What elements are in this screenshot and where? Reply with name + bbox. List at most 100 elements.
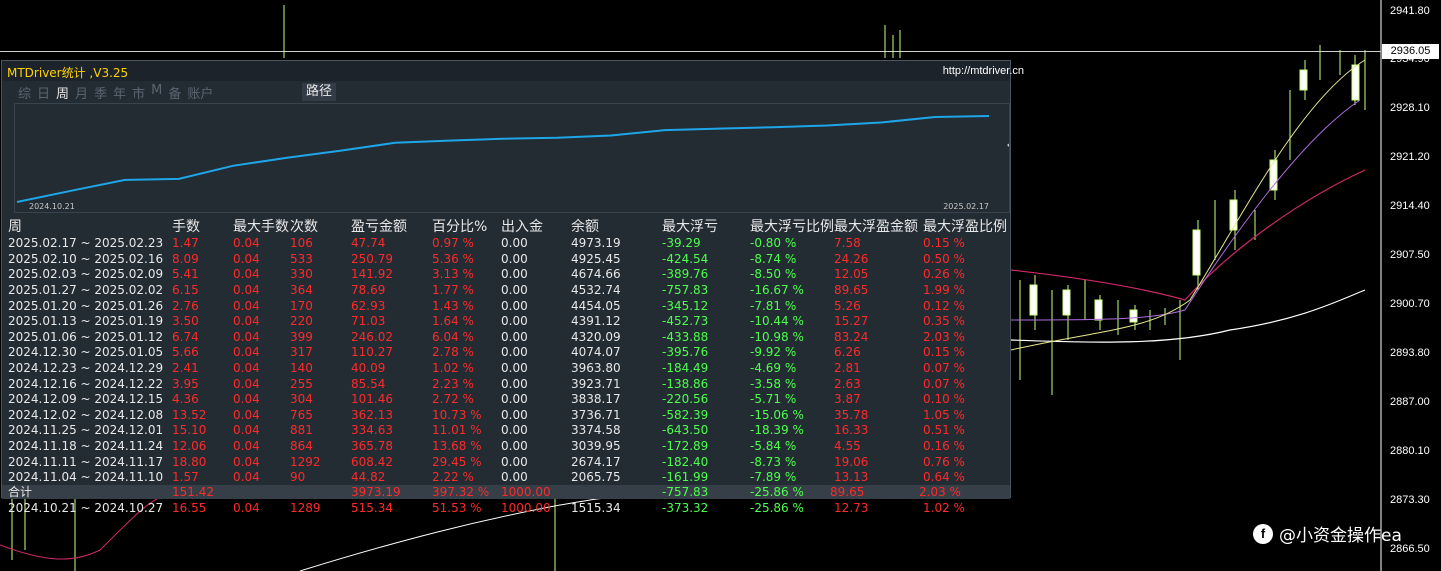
price-axis-label: 2921.20 [1390,151,1430,163]
table-row[interactable]: 2024.12.02 ~ 2024.12.08 13.52 0.04 765 362.1… [8,408,1007,424]
cell-max-float-profit-pct: 0.07 % [923,376,965,391]
column-header-max-float-profit[interactable]: 最大浮盈金额 [834,216,923,236]
total-table: 合计 151.42 3973.19 397.32 % 1000.00 -757.… [8,485,999,499]
cell-max-float-loss-pct: -10.44 % [750,314,804,329]
tab-quarterly[interactable]: 季 [93,83,108,103]
tab-account[interactable]: 账户 [186,83,214,103]
cell-count: 220 [290,314,313,329]
cell-max-float-loss: -643.50 [662,423,709,438]
column-header-percent[interactable]: 百分比% [432,216,501,236]
tab-magic[interactable]: M [150,83,163,103]
cell-pnl: 608.42 [351,454,393,469]
cell-percent: 0.97 % [432,236,474,251]
cell-max-float-loss-pct: -7.81 % [750,298,797,313]
cell-max-lots: 0.04 [233,423,260,438]
total-max-float-profit-pct: 2.03 % [919,485,961,499]
cell-max-lots: 0.04 [233,298,260,313]
cell-week: 2024.12.02 ~ 2024.12.08 [8,407,164,422]
table-header-row: 周 手数 最大手数 次数 盈亏金额 百分比% 出入金 余额 最大浮亏 最大浮亏比… [8,216,1007,236]
cell-balance: 4391.12 [571,314,621,329]
column-header-count[interactable]: 次数 [290,216,351,236]
cell-max-float-profit: 89.65 [834,283,869,298]
column-header-lots[interactable]: 手数 [172,216,233,236]
cell-balance: 4320.09 [571,329,621,344]
table-row[interactable]: 2024.11.18 ~ 2024.11.24 12.06 0.04 864 365.7… [8,439,1007,455]
column-header-pnl[interactable]: 盈亏金额 [351,216,432,236]
total-max-float-loss-pct: -25.86 % [750,485,804,499]
tab-market[interactable]: 市 [131,83,146,103]
cell-max-float-profit: 2.81 [834,361,861,376]
cell-deposit: 0.00 [501,407,528,422]
cell-week: 2025.02.03 ~ 2025.02.09 [8,267,164,282]
cell-max-float-loss: -389.76 [662,267,709,282]
column-header-max-float-profit-pct[interactable]: 最大浮盈比例 [923,216,1007,236]
cell-count: 170 [290,298,313,313]
cell-max-float-loss: -172.89 [662,439,709,454]
cell-max-float-loss: -220.56 [662,392,709,407]
cell-balance: 1515.34 [571,501,621,516]
cell-percent: 2.23 % [432,376,474,391]
cell-max-lots: 0.04 [233,454,260,469]
tab-yearly[interactable]: 年 [112,83,127,103]
cell-max-float-profit: 6.26 [834,345,861,360]
cell-max-float-profit-pct: 0.15 % [923,345,965,360]
column-header-balance[interactable]: 余额 [571,216,662,236]
cell-count: 106 [290,236,313,251]
table-row[interactable]: 2024.12.16 ~ 2024.12.22 3.95 0.04 255 85.54 2… [8,376,1007,392]
cell-percent: 2.78 % [432,345,474,360]
cell-max-lots: 0.04 [233,236,260,251]
column-header-deposit[interactable]: 出入金 [501,216,571,236]
watermark: f @小资金操作ea [1253,521,1402,546]
table-row[interactable]: 2024.11.04 ~ 2024.11.10 1.57 0.04 90 44.82 2.… [8,470,1007,486]
cell-deposit: 0.00 [501,283,528,298]
cell-percent: 1.02 % [432,361,474,376]
cell-max-float-loss-pct: -18.39 % [750,423,804,438]
cell-max-lots: 0.04 [233,361,260,376]
table-row[interactable]: 2025.01.27 ~ 2025.02.02 6.15 0.04 364 78.69 1… [8,283,1007,299]
column-header-max-lots[interactable]: 最大手数 [233,216,290,236]
cell-max-float-profit-pct: 0.76 % [923,454,965,469]
table-row[interactable]: 2024.10.21 ~ 2024.10.27 16.55 0.04 1289 515.… [8,501,1007,517]
equity-end-marker [1007,143,1009,147]
table-row[interactable]: 2024.12.09 ~ 2024.12.15 4.36 0.04 304 101.46… [8,392,1007,408]
cell-max-float-loss-pct: -5.84 % [750,439,797,454]
table-row[interactable]: 2025.01.13 ~ 2025.01.19 3.50 0.04 220 71.03 1… [8,314,1007,330]
table-row[interactable]: 2024.12.23 ~ 2024.12.29 2.41 0.04 140 40.09 1… [8,361,1007,377]
tab-summary[interactable]: 综 [17,83,32,103]
table-row[interactable]: 2025.01.06 ~ 2025.01.12 6.74 0.04 399 246.02… [8,330,1007,346]
cell-week: 2024.12.30 ~ 2025.01.05 [8,345,164,360]
table-row[interactable]: 2025.01.20 ~ 2025.01.26 2.76 0.04 170 62.93 1… [8,298,1007,314]
table-row[interactable]: 2025.02.10 ~ 2025.02.16 8.09 0.04 533 250.79… [8,252,1007,268]
table-row[interactable]: 2025.02.17 ~ 2025.02.23 1.47 0.04 106 47.74 0… [8,236,1007,252]
cell-balance: 4454.05 [571,298,621,313]
cell-max-float-loss: -138.86 [662,376,709,391]
panel-header: MTDriver统计 ,V3.25 http://mtdriver.cn [2,61,1024,81]
tab-path[interactable]: 路径 [302,83,336,101]
column-header-max-float-loss[interactable]: 最大浮亏 [662,216,750,236]
cell-percent: 1.77 % [432,283,474,298]
table-row[interactable]: 2024.12.30 ~ 2025.01.05 5.66 0.04 317 110.27… [8,345,1007,361]
cell-percent: 1.64 % [432,314,474,329]
cell-count: 255 [290,376,313,391]
tab-daily[interactable]: 日 [36,83,51,103]
cell-max-float-profit-pct: 0.51 % [923,423,965,438]
table-row[interactable]: 2024.11.25 ~ 2024.12.01 15.10 0.04 881 334.6… [8,423,1007,439]
tab-weekly[interactable]: 周 [55,83,70,103]
cell-week: 2024.11.04 ~ 2024.11.10 [8,470,164,485]
table-row[interactable]: 2025.02.03 ~ 2025.02.09 5.41 0.04 330 141.92… [8,267,1007,283]
cell-balance: 3039.95 [571,439,621,454]
tab-monthly[interactable]: 月 [74,83,89,103]
equity-curve-line [16,115,990,203]
total-pnl: 3973.19 [351,485,401,499]
cell-max-float-loss-pct: -8.73 % [750,454,797,469]
tab-notes[interactable]: 备 [167,83,182,103]
cell-count: 533 [290,251,313,266]
cell-max-float-profit: 12.73 [834,501,869,516]
total-max-float-loss: -757.83 [662,485,709,499]
column-header-max-float-loss-pct[interactable]: 最大浮亏比例 [750,216,834,236]
column-header-week[interactable]: 周 [8,216,172,236]
panel-url-link[interactable]: http://mtdriver.cn [943,65,1024,77]
table-row[interactable]: 2024.11.11 ~ 2024.11.17 18.80 0.04 1292 608.… [8,454,1007,470]
period-tab-bar: 综 日 周 月 季 年 市 M 备 账户 [17,83,214,103]
cell-week: 2025.01.20 ~ 2025.01.26 [8,298,164,313]
